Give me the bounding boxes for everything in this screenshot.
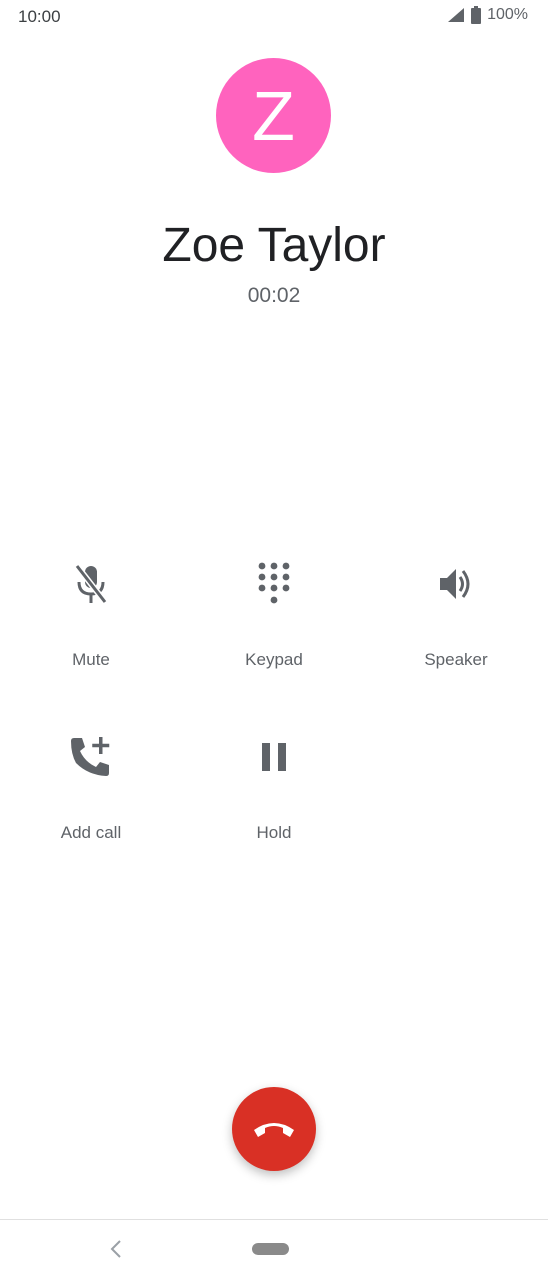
call-timer: 00:02 — [247, 284, 301, 307]
add-call-icon — [67, 733, 115, 781]
battery-icon — [471, 6, 482, 24]
hold-label: Hold — [256, 823, 292, 842]
end-call-button[interactable] — [232, 1087, 316, 1171]
dialpad-icon — [250, 560, 298, 608]
nav-divider — [0, 1219, 548, 1220]
back-chevron-icon — [110, 1240, 121, 1258]
cellular-signal-icon — [448, 8, 465, 22]
speaker-icon — [432, 560, 480, 608]
caller-name: Zoe Taylor — [162, 219, 386, 272]
status-icons: 100% — [447, 6, 528, 24]
keypad-button[interactable]: Keypad — [194, 560, 354, 670]
end-call-icon — [254, 1123, 294, 1137]
add-call-button[interactable]: Add call — [11, 733, 171, 843]
speaker-label: Speaker — [424, 650, 488, 669]
status-time: 10:00 — [18, 7, 61, 26]
keypad-label: Keypad — [245, 650, 303, 669]
avatar-letter: Z — [252, 76, 295, 155]
mute-button[interactable]: Mute — [11, 560, 171, 670]
caller-avatar: Z — [216, 58, 331, 173]
pause-icon — [250, 733, 298, 781]
status-bar: 10:00 100% — [0, 0, 548, 34]
battery-percent: 100% — [487, 6, 528, 23]
mic-off-icon — [67, 560, 115, 608]
nav-back-button[interactable] — [104, 1236, 128, 1262]
mute-label: Mute — [72, 650, 110, 669]
hold-button[interactable]: Hold — [194, 733, 354, 843]
speaker-button[interactable]: Speaker — [376, 560, 536, 670]
home-pill-icon[interactable] — [252, 1243, 289, 1255]
add-call-label: Add call — [60, 823, 122, 842]
